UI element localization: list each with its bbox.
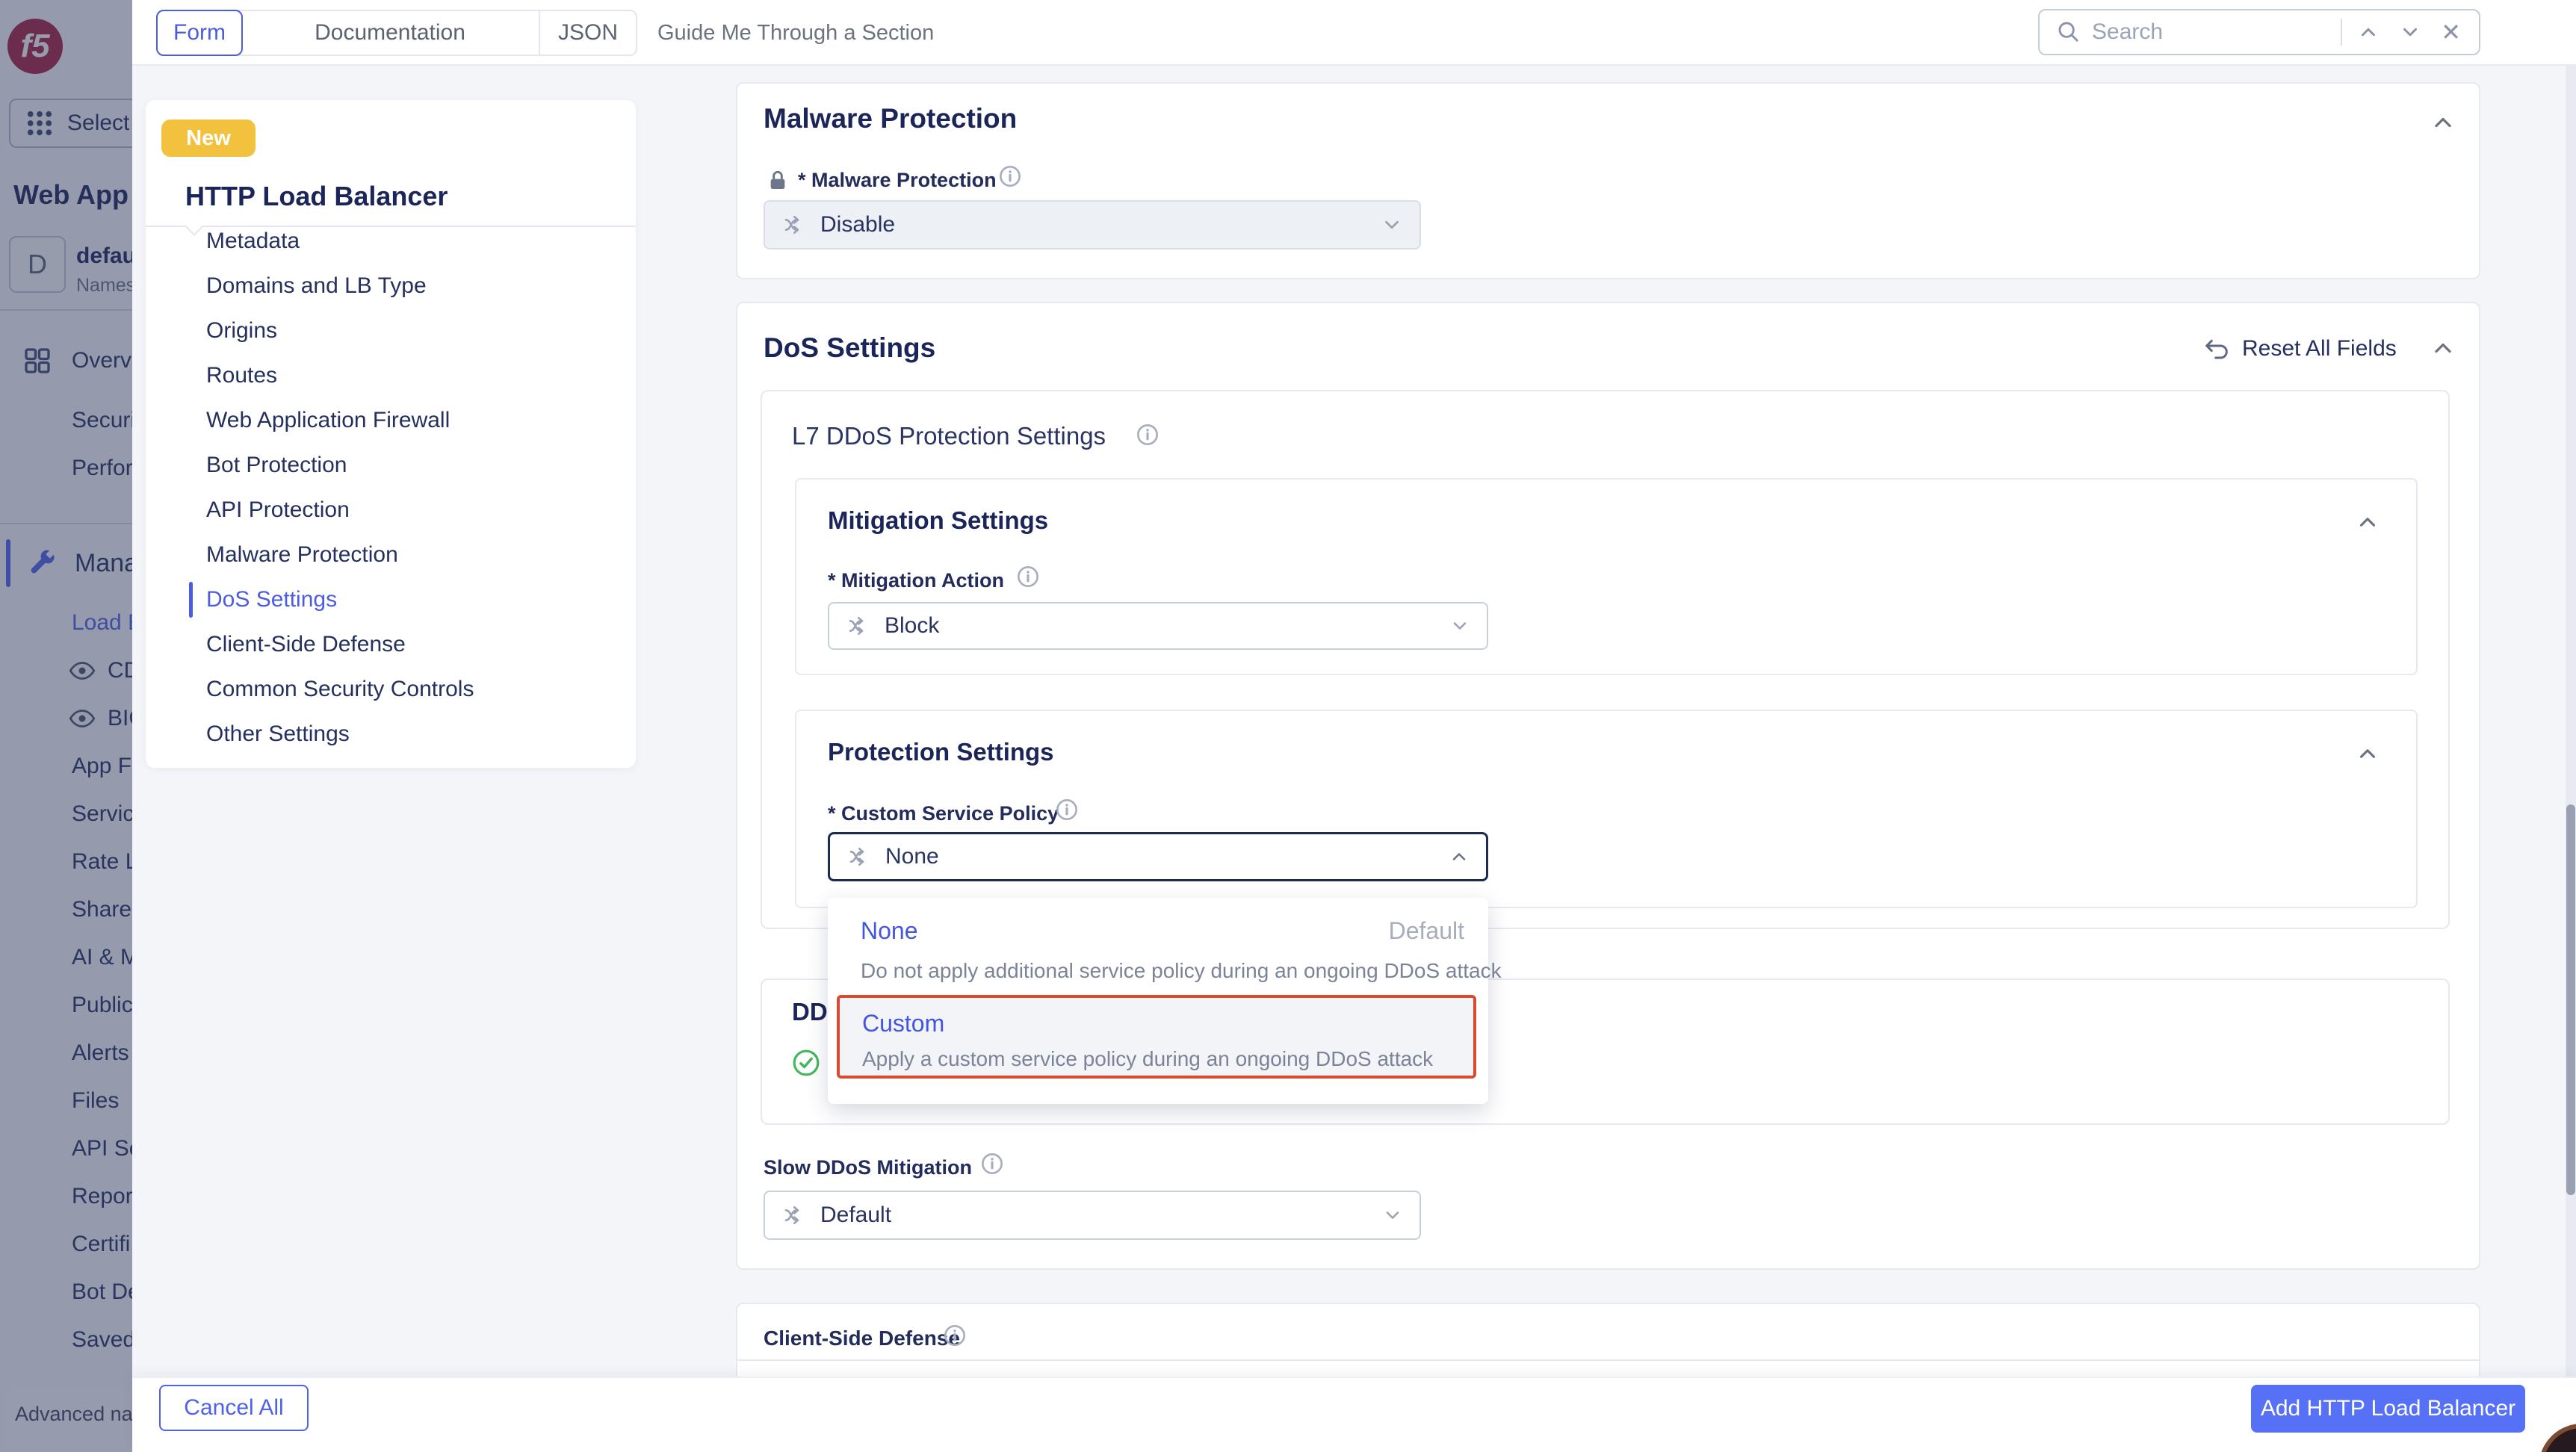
option-none-description: Do not apply additional service policy d… — [861, 959, 1502, 983]
chevron-down-icon — [1449, 615, 1470, 636]
wizard-nav-item[interactable]: Malware Protection — [146, 533, 636, 577]
active-item-bar — [189, 313, 193, 349]
wizard-title: HTTP Load Balancer — [185, 181, 448, 212]
mitigation-action-value: Block — [885, 613, 1449, 639]
lock-icon — [766, 167, 790, 193]
protection-field-label: * Custom Service Policy — [828, 802, 1059, 825]
chevron-down-icon — [1382, 1205, 1403, 1226]
wizard-nav-item[interactable]: Web Application Firewall — [146, 398, 636, 443]
tab-form[interactable]: Form — [156, 10, 243, 56]
active-item-bar — [189, 671, 193, 707]
check-circle-icon — [792, 1049, 820, 1077]
add-http-load-balancer-button[interactable]: Add HTTP Load Balancer — [2251, 1385, 2525, 1433]
active-item-bar — [189, 358, 193, 394]
active-item-bar — [189, 492, 193, 528]
mitigation-field-label: * Mitigation Action — [828, 569, 1004, 592]
info-icon[interactable] — [1055, 798, 1079, 822]
view-tabs: Form Documentation JSON — [156, 10, 637, 56]
malware-section-title: Malware Protection — [764, 103, 1017, 134]
wizard-nav-item[interactable]: Client-Side Defense — [146, 622, 636, 667]
dos-section-title: DoS Settings — [764, 332, 935, 364]
mitigation-title: Mitigation Settings — [828, 506, 1048, 535]
wizard-footer-bar: Cancel All Add HTTP Load Balancer — [132, 1377, 2576, 1452]
search-placeholder: Search — [2092, 19, 2341, 45]
active-item-bar — [189, 447, 193, 483]
search-next-icon[interactable] — [2399, 21, 2421, 43]
branch-icon — [783, 1203, 807, 1227]
protection-title: Protection Settings — [828, 738, 1054, 766]
wizard-nav-item[interactable]: Bot Protection — [146, 443, 636, 488]
collapse-chevron-icon[interactable] — [2430, 109, 2456, 136]
option-none-default-badge: Default — [1389, 917, 1464, 945]
wizard-nav-item[interactable]: Routes — [146, 353, 636, 398]
chevron-up-icon — [1449, 846, 1470, 867]
active-item-bar — [189, 403, 193, 438]
l7-ddos-title: L7 DDoS Protection Settings — [792, 422, 1106, 450]
malware-field-label: * Malware Protection — [798, 169, 997, 192]
wizard-nav-item[interactable]: Other Settings — [146, 712, 636, 757]
option-none[interactable]: None — [861, 917, 918, 945]
wizard-nav-item[interactable]: Origins — [146, 308, 636, 353]
divider — [2341, 19, 2342, 46]
scrollbar-track[interactable] — [2566, 66, 2576, 1452]
active-item-bar — [189, 537, 193, 573]
tab-documentation[interactable]: Documentation — [241, 11, 540, 55]
wizard-nav-item[interactable]: DoS Settings — [146, 577, 636, 622]
mitigation-action-select[interactable]: Block — [828, 602, 1488, 650]
scrollbar-thumb[interactable] — [2566, 804, 2575, 1195]
option-custom-description: Apply a custom service policy during an … — [862, 1047, 1433, 1071]
reset-icon — [2202, 336, 2232, 362]
tab-json[interactable]: JSON — [540, 11, 636, 55]
new-badge: New — [161, 120, 256, 157]
active-item-bar — [189, 627, 193, 663]
modal-dim-overlay — [0, 0, 132, 1452]
slow-ddos-select[interactable]: Default — [764, 1191, 1421, 1240]
wizard-nav-item[interactable]: Common Security Controls — [146, 667, 636, 712]
option-custom-highlighted[interactable]: Custom Apply a custom service policy dur… — [837, 995, 1476, 1079]
info-icon[interactable] — [943, 1324, 967, 1347]
active-item-bar — [189, 223, 193, 259]
slow-ddos-label: Slow DDoS Mitigation — [764, 1156, 972, 1179]
wizard-nav-panel: New HTTP Load Balancer MetadataDomains a… — [146, 100, 636, 768]
chevron-down-icon — [1381, 214, 1403, 236]
malware-protection-select[interactable]: Disable — [764, 200, 1421, 249]
malware-protection-value: Disable — [820, 212, 1381, 238]
custom-service-policy-select[interactable]: None — [828, 832, 1488, 881]
info-icon[interactable] — [980, 1152, 1004, 1176]
wizard-nav-item[interactable]: API Protection — [146, 488, 636, 533]
guide-me-link[interactable]: Guide Me Through a Section — [657, 0, 934, 66]
collapse-chevron-icon[interactable] — [2355, 741, 2380, 766]
service-policy-dropdown-menu: None Default Do not apply additional ser… — [828, 898, 1488, 1104]
branch-icon — [848, 845, 872, 869]
option-custom-label[interactable]: Custom — [862, 1010, 944, 1037]
active-item-bar — [189, 582, 193, 618]
screen: f5 Select W Web App D defaul Namesp Over… — [0, 0, 2576, 1452]
search-box[interactable]: Search ✕ — [2038, 9, 2480, 55]
branch-icon — [783, 213, 807, 237]
reset-all-fields-button[interactable]: Reset All Fields — [2202, 336, 2397, 362]
custom-service-policy-value: None — [885, 844, 1449, 869]
branch-icon — [847, 614, 871, 638]
slow-ddos-value: Default — [820, 1203, 1382, 1228]
wizard-nav-items: MetadataDomains and LB TypeOriginsRoutes… — [146, 219, 636, 757]
cancel-all-button[interactable]: Cancel All — [159, 1385, 309, 1431]
collapse-chevron-icon[interactable] — [2355, 509, 2380, 535]
active-item-bar — [189, 716, 193, 752]
active-item-bar — [189, 268, 193, 304]
info-icon[interactable] — [998, 164, 1022, 188]
ddos-detection-title: DDoS Detection — [792, 998, 828, 1026]
info-icon[interactable] — [1016, 565, 1040, 589]
info-icon[interactable] — [1136, 423, 1159, 447]
csd-title: Client-Side Defense — [764, 1327, 960, 1350]
search-icon — [2056, 19, 2081, 45]
divider — [736, 1359, 2480, 1361]
search-prev-icon[interactable] — [2357, 21, 2380, 43]
search-close-icon[interactable]: ✕ — [2441, 18, 2461, 46]
wizard-nav-item[interactable]: Metadata — [146, 219, 636, 264]
wizard-nav-item[interactable]: Domains and LB Type — [146, 264, 636, 308]
collapse-chevron-icon[interactable] — [2430, 335, 2456, 362]
